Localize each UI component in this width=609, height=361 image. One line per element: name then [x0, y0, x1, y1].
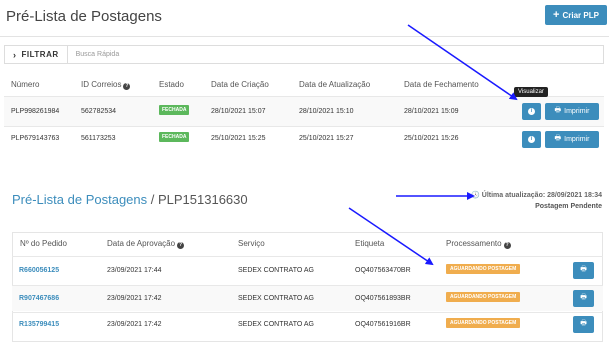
print-label: Imprimir: [564, 136, 590, 143]
col-pedido: Nº do Pedido: [20, 239, 67, 248]
order-link[interactable]: R135799415: [19, 321, 59, 328]
status-badge-label: FECHADA: [159, 132, 190, 142]
correios-id: 561173253: [81, 135, 116, 142]
col-aprovacao: Data de Aprovação?: [107, 239, 185, 249]
col-servico: Serviço: [238, 239, 265, 248]
printer-icon: 🖶: [554, 135, 562, 142]
filter-label: FILTRAR: [21, 50, 59, 59]
tracking-label: OQ407561893BR: [355, 295, 411, 302]
col-estado: Estado: [159, 80, 184, 89]
plp-id: PLP151316630: [157, 192, 248, 207]
view-button[interactable]: i: [522, 131, 541, 148]
approval-date: 23/09/2021 17:42: [107, 321, 162, 328]
table-row: PLP679143763 561173253 FECHADA 25/10/202…: [4, 127, 604, 151]
print-order-button[interactable]: 🖶: [573, 262, 594, 279]
print-order-button[interactable]: 🖶: [573, 316, 594, 333]
detail-breadcrumb: Pré-Lista de Postagens / PLP151316630: [12, 192, 248, 207]
processing-badge: AGUARDANDO POSTAGEM: [446, 292, 521, 302]
order-link[interactable]: R660056125: [19, 267, 59, 274]
last-update: 🕓 Última atualização: 28/09/2021 18:34: [471, 191, 602, 199]
col-etiqueta: Etiqueta: [355, 239, 385, 248]
printer-icon: 🖶: [554, 107, 562, 114]
breadcrumb-separator: /: [147, 192, 158, 207]
last-update-text: Última atualização: 28/09/2021 18:34: [481, 192, 602, 199]
col-id-correios-label: ID Correios: [81, 80, 122, 89]
question-circle-icon[interactable]: ?: [123, 83, 131, 90]
service: SEDEX CONTRATO AG: [238, 295, 314, 302]
updated-date: 25/10/2021 15:27: [299, 135, 354, 142]
col-numero: Número: [11, 80, 40, 89]
col-processamento-label: Processamento: [446, 239, 502, 248]
table-row: PLP998261984 562782534 FECHADA 28/10/202…: [4, 97, 604, 126]
created-date: 25/10/2021 15:25: [211, 135, 266, 142]
col-data-fechamento: Data de Fechamento: [404, 80, 479, 89]
info-icon: i: [528, 108, 535, 115]
plp-status: Postagem Pendente: [535, 203, 602, 210]
table-row: R907467686 23/09/2021 17:42 SEDEX CONTRA…: [12, 286, 603, 311]
tracking-label: OQ407563470BR: [355, 267, 411, 274]
filter-bar: › FILTRAR Busca Rápida: [4, 45, 604, 64]
col-processamento: Processamento?: [446, 239, 511, 249]
header-divider: [0, 36, 609, 37]
printer-icon: 🖶: [580, 294, 587, 301]
plp-number: PLP998261984: [11, 108, 60, 115]
approval-date: 23/09/2021 17:44: [107, 267, 162, 274]
created-date: 28/10/2021 15:07: [211, 108, 266, 115]
processing-badge-label: AGUARDANDO POSTAGEM: [446, 292, 521, 302]
service: SEDEX CONTRATO AG: [238, 267, 314, 274]
chevron-right-icon: ›: [13, 49, 17, 60]
clock-icon: 🕓: [471, 192, 480, 199]
order-link[interactable]: R907467686: [19, 295, 59, 302]
correios-id: 562782534: [81, 108, 117, 115]
table-row: R660056125 23/09/2021 17:44 SEDEX CONTRA…: [12, 257, 603, 284]
print-label: Imprimir: [564, 108, 590, 115]
closed-date: 28/10/2021 15:09: [404, 108, 459, 115]
processing-badge: AGUARDANDO POSTAGEM: [446, 318, 521, 328]
print-button[interactable]: 🖶 Imprimir: [545, 103, 599, 120]
view-button[interactable]: i: [522, 103, 541, 120]
service: SEDEX CONTRATO AG: [238, 321, 314, 328]
col-id-correios: ID Correios?: [81, 80, 131, 90]
processing-badge: AGUARDANDO POSTAGEM: [446, 264, 521, 274]
printer-icon: 🖶: [580, 320, 587, 327]
approval-date: 23/09/2021 17:42: [107, 295, 162, 302]
plp-number: PLP679143763: [11, 135, 60, 142]
question-circle-icon[interactable]: ?: [503, 242, 511, 249]
closed-date: 25/10/2021 15:26: [404, 135, 459, 142]
print-button[interactable]: 🖶 Imprimir: [545, 131, 599, 148]
table-row: R135799415 23/09/2021 17:42 SEDEX CONTRA…: [12, 313, 603, 341]
view-tooltip: Visualizar: [514, 87, 548, 97]
status-badge: FECHADA: [159, 132, 190, 142]
col-data-atualizacao: Data de Atualização: [299, 80, 371, 89]
plus-icon: +: [553, 8, 560, 21]
quick-search-input[interactable]: Busca Rápida: [76, 51, 120, 58]
status-badge-label: FECHADA: [159, 105, 190, 115]
create-plp-label: Criar PLP: [562, 10, 599, 20]
processing-badge-label: AGUARDANDO POSTAGEM: [446, 318, 521, 328]
col-data-criacao: Data de Criação: [211, 80, 269, 89]
print-order-button[interactable]: 🖶: [573, 290, 594, 307]
filter-toggle[interactable]: › FILTRAR: [5, 46, 68, 63]
tracking-label: OQ407561916BR: [355, 321, 411, 328]
processing-badge-label: AGUARDANDO POSTAGEM: [446, 264, 521, 274]
info-icon: i: [528, 136, 535, 143]
printer-icon: 🖶: [580, 266, 587, 273]
updated-date: 28/10/2021 15:10: [299, 108, 354, 115]
question-circle-icon[interactable]: ?: [177, 242, 185, 249]
status-badge: FECHADA: [159, 105, 190, 115]
breadcrumb-link[interactable]: Pré-Lista de Postagens: [12, 192, 147, 207]
col-aprovacao-label: Data de Aprovação: [107, 239, 176, 248]
page-title: Pré-Lista de Postagens: [6, 8, 162, 25]
create-plp-button[interactable]: + Criar PLP: [545, 5, 607, 25]
